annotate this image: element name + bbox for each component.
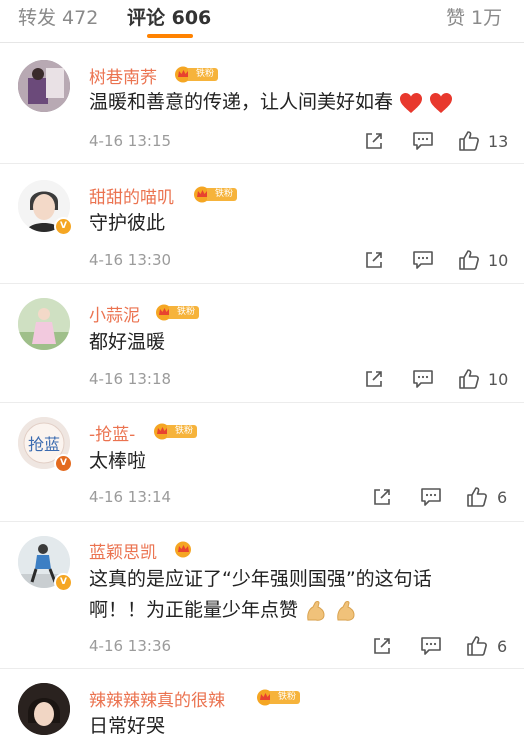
comment-item: 树巷南荞 铁粉 温暖和善意的传递，让人间美好如春 4-16 13:15 13 bbox=[0, 43, 524, 164]
crown-icon bbox=[175, 541, 191, 558]
avatar[interactable] bbox=[18, 298, 70, 350]
comment-icon[interactable] bbox=[420, 487, 442, 507]
comment-item: 抢蓝 V -抢蓝- 铁粉 太棒啦 4-16 13:14 6 bbox=[0, 403, 524, 522]
comment-timestamp: 4-16 13:14 bbox=[89, 488, 172, 506]
comment-icon[interactable] bbox=[412, 131, 434, 151]
active-tab-indicator bbox=[147, 34, 193, 38]
comment-username[interactable]: 小蒜泥 bbox=[89, 301, 140, 326]
like-icon[interactable] bbox=[466, 635, 488, 657]
comment-timestamp: 4-16 13:36 bbox=[89, 637, 172, 655]
comment-username[interactable]: 蓝颖思凯 bbox=[89, 538, 157, 563]
avatar[interactable] bbox=[18, 60, 70, 112]
comment-icon[interactable] bbox=[420, 636, 442, 656]
svg-text:抢蓝: 抢蓝 bbox=[28, 435, 60, 454]
like-count: 10 bbox=[488, 370, 509, 389]
comment-item: 小蒜泥 铁粉 都好温暖 4-16 13:18 10 bbox=[0, 284, 524, 403]
comment-username[interactable]: 甜甜的喵叽 bbox=[89, 183, 174, 208]
verified-badge-icon: V bbox=[54, 573, 73, 592]
like-count: 10 bbox=[488, 251, 509, 270]
tab-reposts[interactable]: 转发 472 bbox=[18, 3, 98, 30]
avatar[interactable] bbox=[18, 683, 70, 735]
comment-text: 温暖和善意的传递，让人间美好如春 bbox=[89, 88, 453, 117]
like-count: 6 bbox=[497, 637, 508, 656]
tab-comments[interactable]: 评论 606 bbox=[127, 3, 211, 30]
comment-text: 这真的是应证了“少年强则国强”的这句话 bbox=[89, 568, 432, 590]
comment-icon[interactable] bbox=[412, 250, 434, 270]
comment-icon[interactable] bbox=[412, 369, 434, 389]
verified-badge-icon: V bbox=[54, 454, 73, 473]
flexed-biceps-emoji-icon bbox=[307, 600, 325, 621]
like-icon[interactable] bbox=[458, 249, 480, 271]
comment-text: 啊！！为正能量少年点赞 bbox=[89, 596, 358, 625]
repost-icon[interactable] bbox=[364, 369, 384, 389]
comment-tabs: 转发 472 评论 606 赞 1万 bbox=[0, 0, 524, 43]
flexed-biceps-emoji-icon bbox=[337, 600, 355, 621]
like-count: 6 bbox=[497, 488, 508, 507]
comment-text: 守护彼此 bbox=[89, 212, 166, 234]
comment-timestamp: 4-16 13:15 bbox=[89, 132, 172, 150]
repost-icon[interactable] bbox=[372, 636, 392, 656]
like-icon[interactable] bbox=[458, 130, 480, 152]
comment-text: 太棒啦 bbox=[89, 450, 147, 472]
comment-username[interactable]: 树巷南荞 bbox=[89, 63, 157, 88]
comment-text: 日常好哭 bbox=[89, 715, 166, 737]
like-icon[interactable] bbox=[458, 368, 480, 390]
comment-item: 辣辣辣辣真的很辣 铁粉 日常好哭 bbox=[0, 669, 524, 748]
tab-likes[interactable]: 赞 1万 bbox=[446, 3, 502, 30]
heart-emoji-icon bbox=[400, 92, 423, 113]
repost-icon[interactable] bbox=[364, 250, 384, 270]
comment-username[interactable]: -抢蓝- bbox=[89, 420, 135, 445]
comment-username[interactable]: 辣辣辣辣真的很辣 bbox=[89, 686, 225, 711]
like-icon[interactable] bbox=[466, 486, 488, 508]
verified-badge-icon: V bbox=[54, 217, 73, 236]
like-count: 13 bbox=[488, 132, 509, 151]
comment-timestamp: 4-16 13:30 bbox=[89, 251, 172, 269]
repost-icon[interactable] bbox=[364, 131, 384, 151]
comment-timestamp: 4-16 13:18 bbox=[89, 370, 172, 388]
comment-item: V 蓝颖思凯 这真的是应证了“少年强则国强”的这句话 啊！！为正能量少年点赞 4… bbox=[0, 522, 524, 669]
heart-emoji-icon bbox=[430, 92, 453, 113]
comment-item: V 甜甜的喵叽 铁粉 守护彼此 4-16 13:30 10 bbox=[0, 164, 524, 284]
repost-icon[interactable] bbox=[372, 487, 392, 507]
comment-text: 都好温暖 bbox=[89, 331, 166, 353]
